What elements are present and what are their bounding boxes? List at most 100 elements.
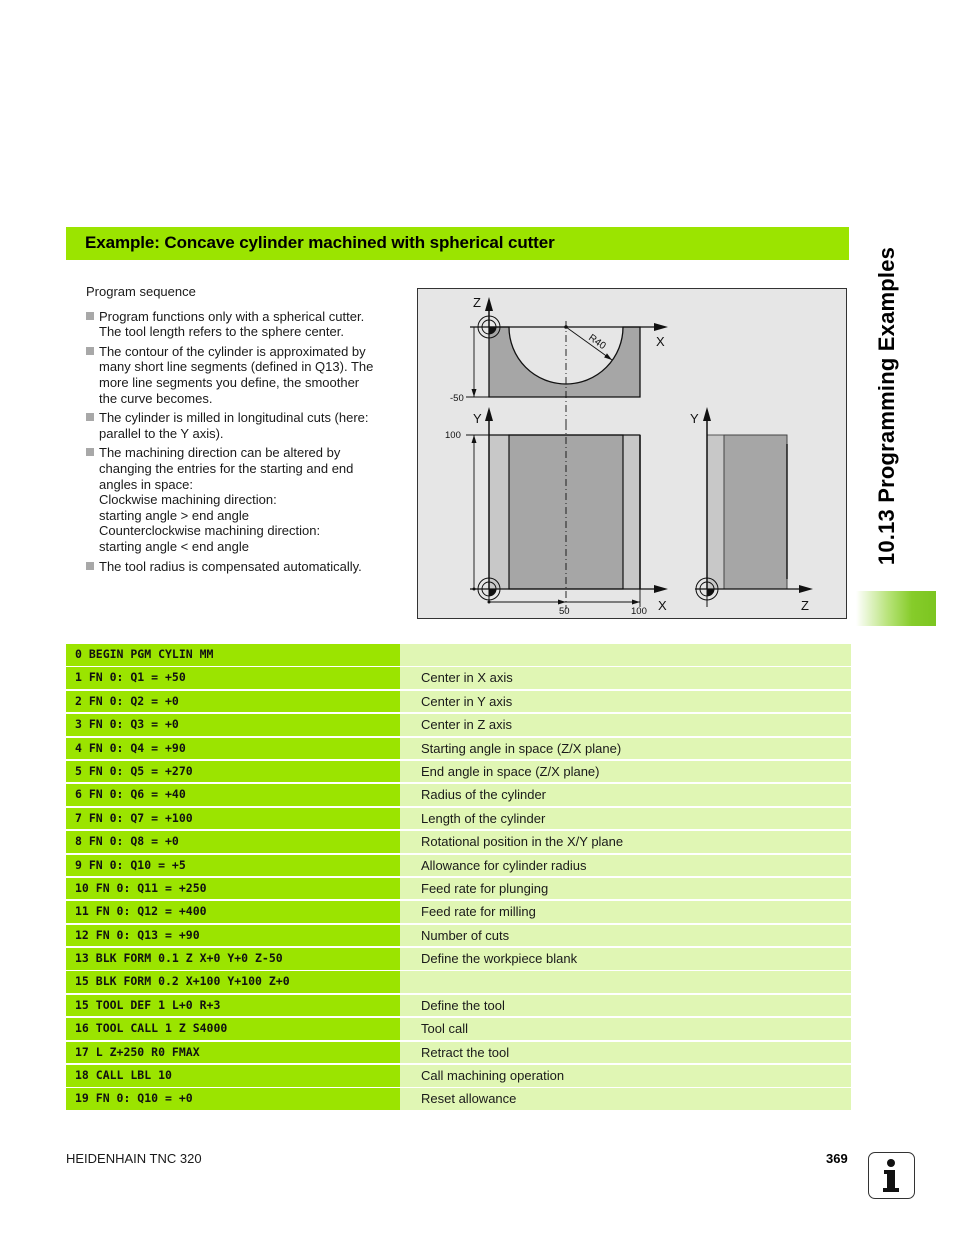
side-view: Y Z <box>690 407 813 613</box>
nc-block-code: 2 FN 0: Q2 = +0 <box>66 690 398 713</box>
description-bullet: The contour of the cylinder is approxima… <box>86 344 406 406</box>
front-view-width-dim-start <box>487 600 491 604</box>
side-view-y-label: Y <box>690 411 699 426</box>
nc-block-code: 5 FN 0: Q5 = +270 <box>66 760 398 783</box>
side-view-z-label: Z <box>801 598 809 613</box>
program-row: 7 FN 0: Q7 = +100 Length of the cylinder <box>66 807 851 830</box>
program-row: 4 FN 0: Q4 = +90 Starting angle in space … <box>66 737 851 760</box>
square-bullet-icon <box>86 346 94 355</box>
description-bullet: The machining direction can be altered b… <box>86 445 406 554</box>
bullet-text-line: the curve becomes. <box>99 390 213 406</box>
program-sequence-label: Program sequence <box>86 284 196 299</box>
square-bullet-icon <box>86 311 94 320</box>
program-row: 15 TOOL DEF 1 L+0 R+3 Define the tool <box>66 994 851 1017</box>
nc-block-comment: End angle in space (Z/X plane) <box>398 760 851 783</box>
nc-block-comment: Number of cuts <box>398 924 851 947</box>
side-view-allowance-strip <box>706 434 725 590</box>
program-row: 11 FN 0: Q12 = +400 Feed rate for milling <box>66 901 851 923</box>
bullet-text-line: Counterclockwise machining direction: <box>99 523 321 539</box>
bullet-text-line: The contour of the cylinder is approxima… <box>99 343 366 359</box>
description-bullet: Program functions only with a spherical … <box>86 309 406 340</box>
bullet-text-line: more line segments you define, the smoot… <box>99 374 360 390</box>
chapter-tab-marker <box>856 591 936 626</box>
nc-block-code: 7 FN 0: Q7 = +100 <box>66 807 398 830</box>
description-bullet: The tool radius is compensated automatic… <box>86 559 406 575</box>
top-view-x-label: X <box>656 334 665 349</box>
footer-product-name: HEIDENHAIN TNC 320 <box>66 1151 202 1166</box>
program-row: 6 FN 0: Q6 = +40 Radius of the cylinder <box>66 784 851 806</box>
front-view-side-strip-right <box>622 434 641 590</box>
nc-block-code: 19 FN 0: Q10 = +0 <box>66 1088 398 1110</box>
bullet-text-line: parallel to the Y axis). <box>99 425 224 441</box>
description-bullet-list: Program functions only with a spherical … <box>86 309 406 575</box>
program-row: 3 FN 0: Q3 = +0 Center in Z axis <box>66 714 851 736</box>
nc-block-code: 8 FN 0: Q8 = +0 <box>66 831 398 853</box>
page-number: 369 <box>826 1151 848 1166</box>
nc-block-code: 6 FN 0: Q6 = +40 <box>66 784 398 806</box>
nc-block-code: 4 FN 0: Q4 = +90 <box>66 737 398 760</box>
program-row: 8 FN 0: Q8 = +0 Rotational position in th… <box>66 831 851 853</box>
front-view-center-label: 50 <box>559 606 570 617</box>
nc-block-comment: Define the workpiece blank <box>398 948 851 970</box>
program-row: 0 BEGIN PGM CYLIN MM <box>66 644 851 666</box>
front-view-width-label: 100 <box>631 606 647 617</box>
bullet-text-line: many short line segments (defined in Q13… <box>99 359 374 375</box>
section-title-bar: Example: Concave cylinder machined with … <box>66 227 849 260</box>
program-row: 9 FN 0: Q10 = +5 Allowance for cylinder r… <box>66 854 851 877</box>
square-bullet-icon <box>86 448 94 457</box>
program-description: Program sequence Program functions only … <box>86 284 406 578</box>
bullet-text-line: Program functions only with a spherical … <box>99 308 365 324</box>
program-row: 15 BLK FORM 0.2 X+100 Y+100 Z+0 <box>66 971 851 993</box>
section-title: Example: Concave cylinder machined with … <box>85 233 555 252</box>
bullet-text-line: The machining direction can be altered b… <box>99 445 341 461</box>
nc-block-code: 15 TOOL DEF 1 L+0 R+3 <box>66 994 398 1017</box>
program-row: 18 CALL LBL 10 Call machining operation <box>66 1065 851 1087</box>
info-icon[interactable] <box>868 1152 915 1199</box>
bullet-text-line: The cylinder is milled in longitudinal c… <box>99 410 369 426</box>
program-row: 16 TOOL CALL 1 Z S4000 Tool call <box>66 1018 851 1040</box>
nc-block-code: 15 BLK FORM 0.2 X+100 Y+100 Z+0 <box>66 971 398 993</box>
nc-block-comment: Feed rate for plunging <box>398 877 851 900</box>
workpiece-diagram: R40 Z X -50 Y X 100 50 100 Y Z <box>417 288 847 619</box>
chapter-side-tab: 10.13 Programming Examples <box>852 222 922 590</box>
nc-block-comment: Center in Y axis <box>398 690 851 713</box>
front-view-height-label: 100 <box>445 430 461 441</box>
program-row: 19 FN 0: Q10 = +0 Reset allowance <box>66 1088 851 1110</box>
bullet-text-line: starting angle > end angle <box>99 507 249 523</box>
bullet-text-line: changing the entries for the starting an… <box>99 460 354 476</box>
diagram-svg: R40 Z X -50 Y X 100 50 100 Y Z <box>445 295 813 617</box>
program-row: 12 FN 0: Q13 = +90 Number of cuts <box>66 924 851 947</box>
chapter-title: 10.13 Programming Examples <box>874 246 899 566</box>
nc-block-code: 9 FN 0: Q10 = +5 <box>66 854 398 877</box>
program-row: 17 L Z+250 R0 FMAX Retract the tool <box>66 1041 851 1064</box>
nc-block-comment: Starting angle in space (Z/X plane) <box>398 737 851 760</box>
nc-block-code: 0 BEGIN PGM CYLIN MM <box>66 644 398 666</box>
nc-block-comment: Length of the cylinder <box>398 807 851 830</box>
nc-block-comment: Tool call <box>398 1018 851 1040</box>
nc-block-comment: Feed rate for milling <box>398 901 851 923</box>
front-view-height-dim-start <box>472 587 476 591</box>
nc-block-code: 17 L Z+250 R0 FMAX <box>66 1041 398 1064</box>
nc-block-code: 18 CALL LBL 10 <box>66 1065 398 1087</box>
nc-block-comment: Call machining operation <box>398 1065 851 1087</box>
nc-block-code: 12 FN 0: Q13 = +90 <box>66 924 398 947</box>
program-row: 1 FN 0: Q1 = +50 Center in X axis <box>66 667 851 689</box>
front-view-y-label: Y <box>473 411 482 426</box>
front-view-side-strip-left <box>488 434 510 590</box>
bullet-text-line: angles in space: <box>99 476 193 492</box>
top-view-center-point <box>564 325 568 329</box>
nc-block-code: 13 BLK FORM 0.1 Z X+0 Y+0 Z-50 <box>66 948 398 970</box>
nc-block-comment: Rotational position in the X/Y plane <box>398 831 851 853</box>
top-view-z-label: Z <box>473 295 481 310</box>
nc-block-comment: Center in Z axis <box>398 714 851 736</box>
nc-program-listing: 0 BEGIN PGM CYLIN MM 1 FN 0: Q1 = +50 Cent… <box>66 644 851 1112</box>
front-view: Y X 100 50 100 <box>445 407 668 617</box>
description-bullet: The cylinder is milled in longitudinal c… <box>86 410 406 441</box>
nc-block-comment <box>398 644 851 666</box>
nc-block-code: 3 FN 0: Q3 = +0 <box>66 714 398 736</box>
nc-block-comment <box>398 971 851 993</box>
program-row: 5 FN 0: Q5 = +270 End angle in space (Z/X… <box>66 760 851 783</box>
square-bullet-icon <box>86 413 94 422</box>
side-view-workpiece <box>723 434 788 590</box>
nc-block-comment: Reset allowance <box>398 1088 851 1110</box>
